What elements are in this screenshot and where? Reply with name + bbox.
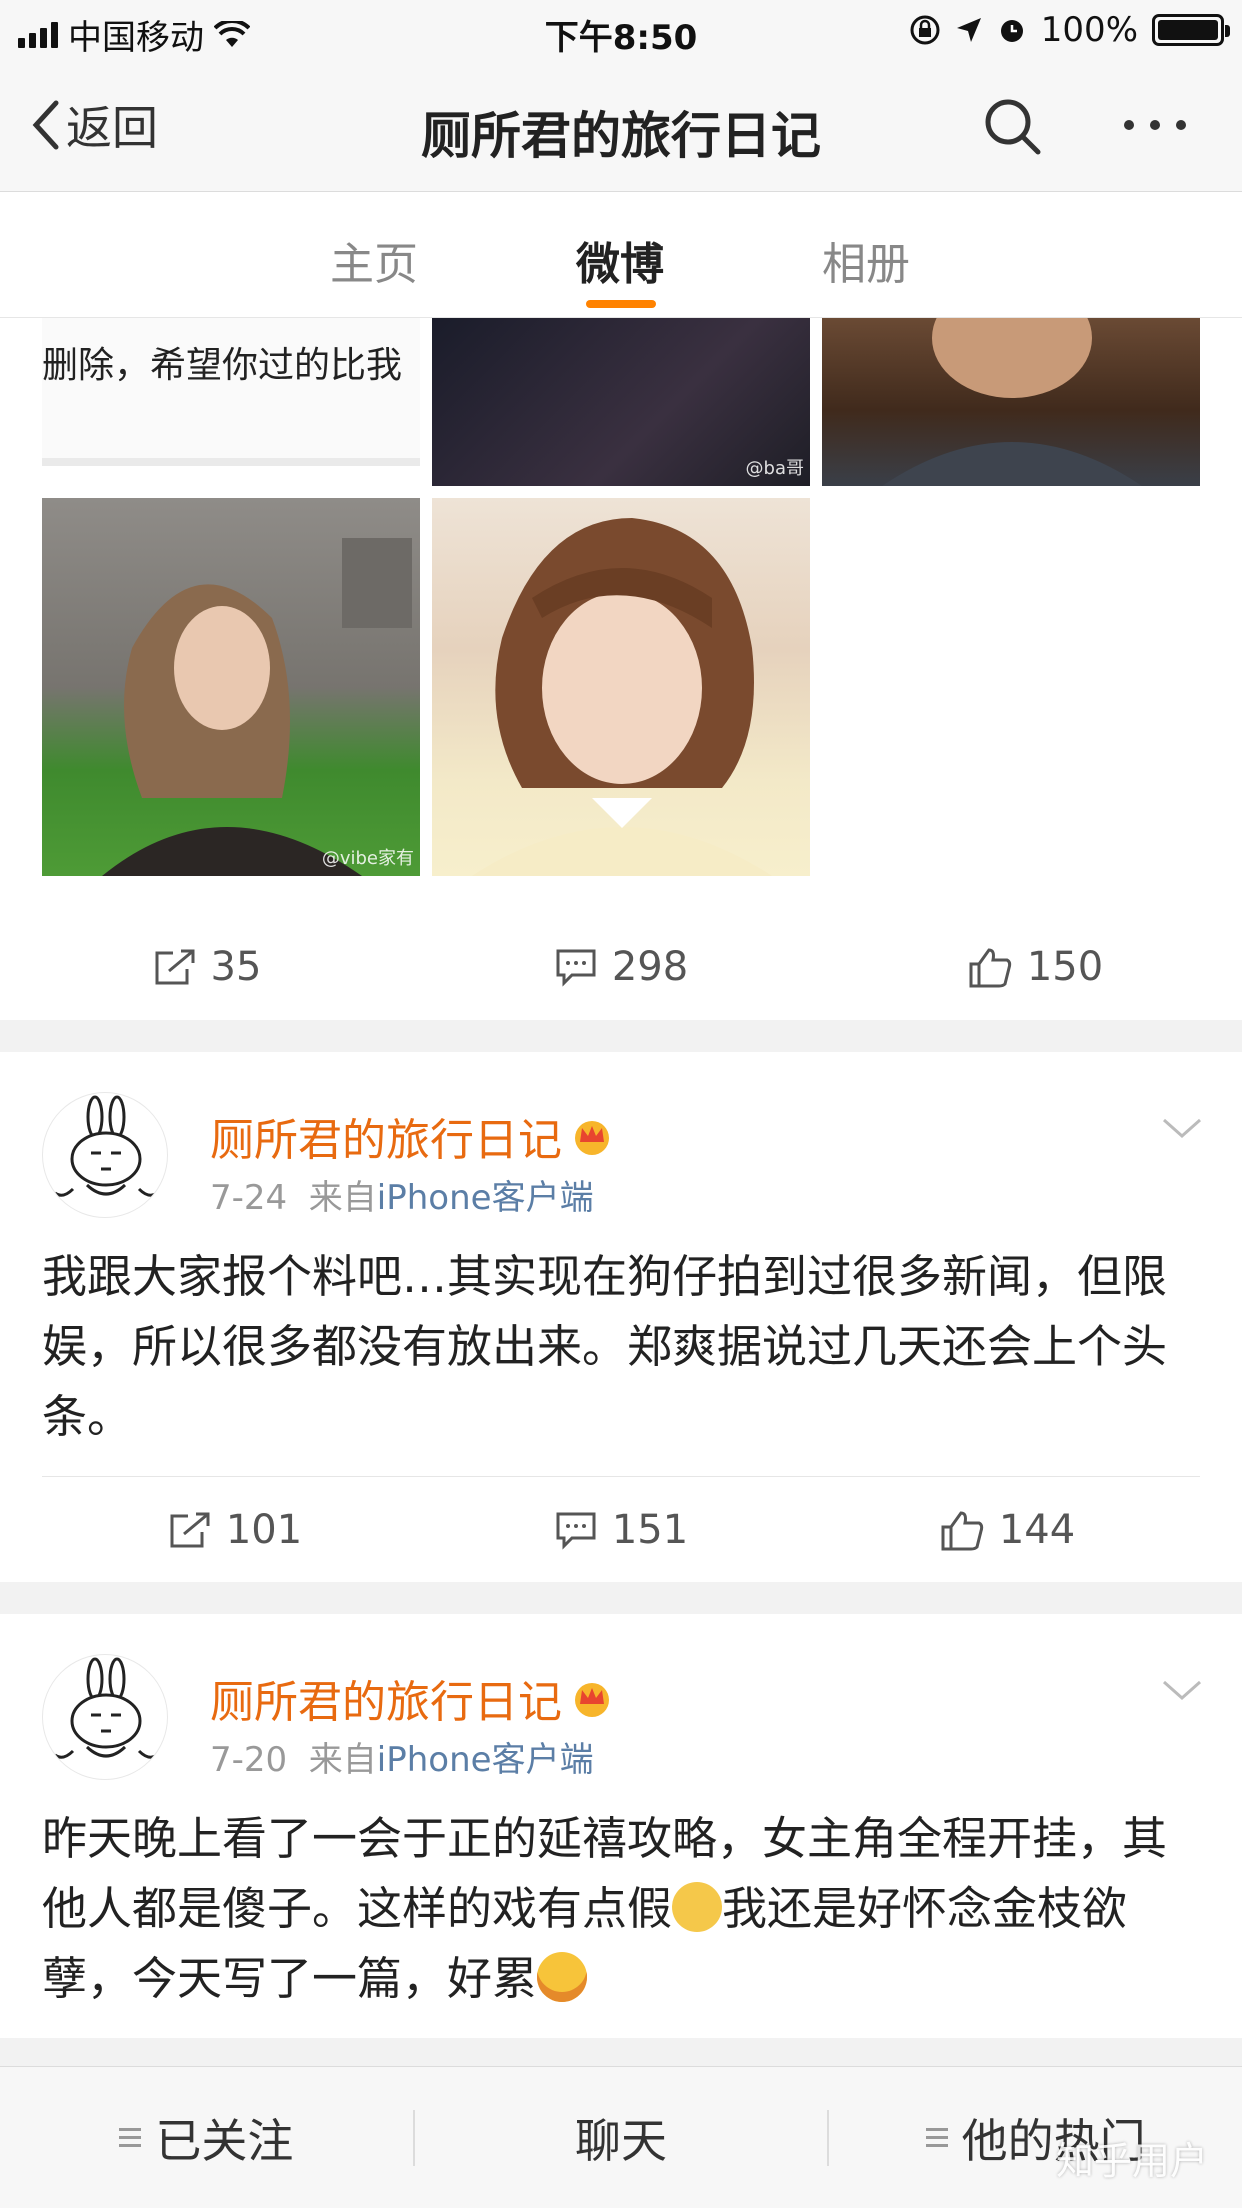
photo-thumbnail[interactable] <box>432 498 810 876</box>
repost-icon <box>155 949 195 985</box>
portrait-image <box>472 518 772 876</box>
post-actions: 101 151 144 <box>42 1476 1200 1582</box>
author-name[interactable]: 厕所君的旅行日记 <box>210 1104 614 1168</box>
photo-thumbnail[interactable]: @vibe家有 <box>42 498 420 876</box>
comment-icon <box>556 949 596 987</box>
chat-button[interactable]: 聊天 <box>412 2109 828 2168</box>
vip-crown-icon <box>575 1683 609 1717</box>
watermark: 知乎用户 <box>1055 2139 1208 2183</box>
post-meta: 7-20 来自iPhone客户端 <box>210 1732 594 1781</box>
list-icon <box>925 2128 948 2147</box>
avatar[interactable] <box>42 1654 168 1780</box>
laughing-emoji-icon <box>537 1952 588 2002</box>
post-card: 厕所君的旅行日记 7-24 来自iPhone客户端 我跟大家报个料吧…其实现在狗… <box>0 1052 1242 1582</box>
source-prefix: 来自 <box>308 1740 377 1780</box>
more-icon[interactable] <box>1124 120 1186 130</box>
post-source[interactable]: iPhone客户端 <box>377 1740 594 1780</box>
active-tab-indicator <box>586 300 656 308</box>
repost-button[interactable]: 101 <box>42 1477 428 1582</box>
chevron-down-icon[interactable] <box>1162 1116 1202 1140</box>
like-button[interactable]: 144 <box>814 1477 1200 1582</box>
thumbs-up-icon <box>969 948 1011 988</box>
post-card: 厕所君的旅行日记 7-20 来自iPhone客户端 昨天晚上看了一会于正的延禧攻… <box>0 1614 1242 2038</box>
portrait-image <box>882 318 1142 486</box>
image-grid: 删除，希望你过的比我 @ba哥 @vibe家有 <box>0 318 1242 914</box>
post-text: 我跟大家报个料吧…其实现在狗仔拍到过很多新闻，但限娱，所以很多都没有放出来。郑爽… <box>42 1250 1168 1443</box>
comment-button[interactable]: 298 <box>414 914 828 1020</box>
image-watermark: @vibe家有 <box>321 848 414 869</box>
like-count: 144 <box>998 1506 1076 1553</box>
photo-thumbnail[interactable]: @ba哥 <box>432 318 810 486</box>
repost-count: 35 <box>210 944 262 990</box>
post-date: 7-20 <box>210 1740 288 1780</box>
like-button[interactable]: 150 <box>828 914 1242 1020</box>
chevron-down-icon[interactable] <box>1162 1678 1202 1702</box>
image-watermark: @ba哥 <box>745 458 804 479</box>
alarm-icon <box>1000 20 1023 42</box>
repost-button[interactable]: 35 <box>0 914 414 1020</box>
photo-thumbnail[interactable] <box>822 318 1200 486</box>
tab-album[interactable]: 相册 <box>822 228 910 292</box>
search-icon[interactable] <box>982 96 1042 156</box>
battery-icon <box>1152 14 1230 46</box>
text-screenshot-image[interactable]: 删除，希望你过的比我 <box>42 318 420 466</box>
vip-crown-icon <box>575 1121 609 1155</box>
author-name[interactable]: 厕所君的旅行日记 <box>210 1666 614 1730</box>
repost-count: 101 <box>225 1506 303 1553</box>
repost-icon <box>170 1512 210 1547</box>
shrug-emoji-icon <box>672 1882 723 1932</box>
status-bar: 中国移动 下午8:50 100% <box>0 0 1242 62</box>
post-actions: 35 298 150 <box>0 914 1242 1020</box>
portrait-image <box>102 538 412 876</box>
comment-count: 298 <box>611 944 689 990</box>
tab-home[interactable]: 主页 <box>330 228 418 292</box>
post-source[interactable]: iPhone客户端 <box>377 1178 594 1218</box>
comment-icon <box>556 1512 596 1550</box>
profile-tabs: 主页 微博 相册 <box>0 192 1242 318</box>
image-text-snippet: 删除，希望你过的比我 <box>42 345 403 386</box>
battery-percent: 100% <box>1040 10 1138 50</box>
post-card: 删除，希望你过的比我 @ba哥 @vibe家有 35 298 150 <box>0 318 1242 1020</box>
list-icon <box>119 2128 142 2147</box>
thumbs-up-icon <box>941 1510 983 1550</box>
post-date: 7-24 <box>210 1178 288 1218</box>
post-text: 昨天晚上看了一会于正的延禧攻略，女主角全程开挂，其他人都是傻子。这样的戏有点假我… <box>42 1812 1168 2005</box>
followed-button[interactable]: 已关注 <box>0 2105 413 2171</box>
avatar[interactable] <box>42 1092 168 1218</box>
nav-bar: 返回 厕所君的旅行日记 <box>0 62 1242 192</box>
orientation-lock-icon <box>910 15 940 45</box>
tab-weibo[interactable]: 微博 <box>576 228 664 292</box>
comment-count: 151 <box>611 1506 689 1553</box>
feed: 删除，希望你过的比我 @ba哥 @vibe家有 35 298 150 厕所君的旅… <box>0 318 1242 2038</box>
page-title: 厕所君的旅行日记 <box>421 107 821 165</box>
post-meta: 7-24 来自iPhone客户端 <box>210 1170 594 1219</box>
source-prefix: 来自 <box>308 1178 377 1218</box>
comment-button[interactable]: 151 <box>428 1477 814 1582</box>
like-count: 150 <box>1026 944 1104 990</box>
location-icon <box>956 18 981 42</box>
